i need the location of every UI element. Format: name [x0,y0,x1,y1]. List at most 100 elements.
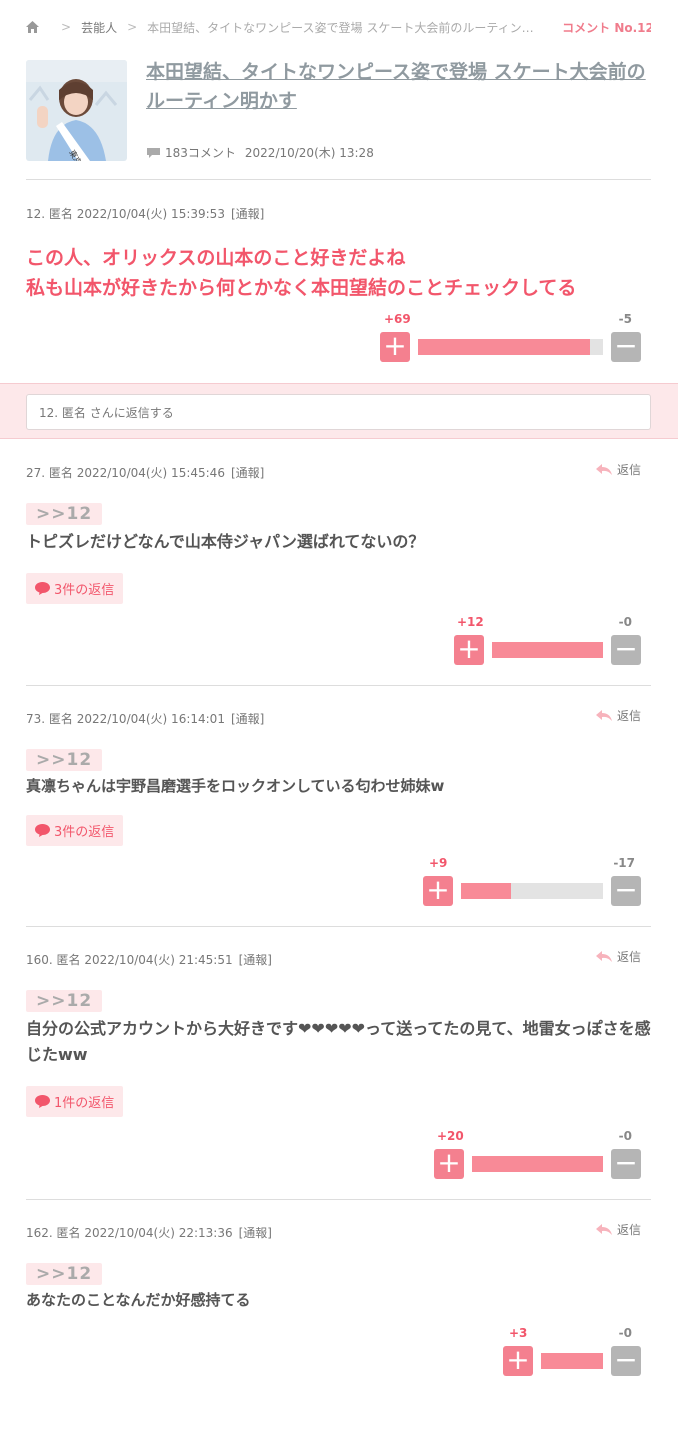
speech-bubble-icon [35,1095,50,1108]
comment-meta: 73. 匿名 2022/10/04(火) 16:14:01 [通報] [26,710,651,727]
main-comment: 12. 匿名 2022/10/04(火) 15:39:53 [通報] この人、オリ… [26,205,651,303]
minus-count: -0 [618,615,632,629]
reply-arrow-icon [595,1223,612,1235]
comment-text: あなたのことなんだか好感持てる [26,1291,251,1309]
vote-bar-fill [492,642,603,658]
anchor-link[interactable]: >>12 [26,503,103,525]
plus-count: +20 [437,1129,464,1143]
vote-bar [492,642,603,658]
reply-button[interactable]: 返信 [595,461,641,478]
minus-button[interactable]: − [611,332,641,362]
minus-button[interactable]: − [611,876,641,906]
plus-button[interactable]: + [423,876,453,906]
reply-arrow-icon [595,709,612,721]
plus-count: +69 [384,312,411,326]
minus-button[interactable]: − [611,635,641,665]
vote-bar-fill [461,883,511,899]
vote-bar [541,1353,603,1369]
plus-button[interactable]: + [434,1149,464,1179]
vote-bar [418,339,603,355]
comment-header: 73. 匿名 2022/10/04(火) 16:14:01 [26,712,225,726]
replies-count: 1件の返信 [54,1096,115,1111]
vote-widget: +3 -0 + − [503,1326,642,1376]
comment-meta: 12. 匿名 2022/10/04(火) 15:39:53 [通報] [26,205,651,222]
minus-count: -5 [618,312,632,326]
reply-label: 返信 [616,709,641,723]
comment-line: この人、オリックスの山本のこと好きだよね [26,247,406,269]
anchor-link[interactable]: >>12 [26,749,103,771]
comment-meta: 162. 匿名 2022/10/04(火) 22:13:36 [通報] [26,1224,651,1241]
replies-button[interactable]: 1件の返信 [26,1086,124,1117]
comment-line: 私も山本が好きたから何とかなく本田望結のことチェックしてる [26,277,577,299]
reply-button[interactable]: 返信 [595,1221,641,1238]
minus-count: -0 [618,1129,632,1143]
reply-button[interactable]: 返信 [595,948,641,965]
comment-item: 162. 匿名 2022/10/04(火) 22:13:36 [通報] 返信 >>… [26,1221,651,1313]
minus-button[interactable]: − [611,1149,641,1179]
comment-header: 162. 匿名 2022/10/04(火) 22:13:36 [26,1226,233,1240]
breadcrumb-article[interactable]: 本田望結、タイトなワンピース姿で登場 スケート大会前のルーティン明かす [147,19,542,36]
vote-bar [461,883,603,899]
reply-label: 返信 [616,950,641,964]
article-date: 2022/10/20(木) 13:28 [244,146,374,160]
comment-count[interactable]: 183コメント [165,144,236,161]
vote-bar-fill [418,339,591,355]
chevron-right-icon: > [61,20,72,34]
report-link[interactable]: [通報] [239,1226,272,1240]
article-thumbnail[interactable]: 東京都水道局 [26,60,127,161]
comment-header: 27. 匿名 2022/10/04(火) 15:45:46 [26,466,225,480]
reply-arrow-icon [595,463,612,475]
breadcrumb: > 芸能人 > 本田望結、タイトなワンピース姿で登場 スケート大会前のルーティン… [26,17,651,37]
divider [26,1199,651,1200]
reply-label: 返信 [616,463,641,477]
plus-count: +12 [457,615,484,629]
divider [26,685,651,686]
comment-header: 160. 匿名 2022/10/04(火) 21:45:51 [26,953,233,967]
comment-item: 160. 匿名 2022/10/04(火) 21:45:51 [通報] 返信 >>… [26,948,651,1117]
minus-count: -17 [613,856,635,870]
vote-widget: +20 -0 + − [434,1129,642,1179]
article-title[interactable]: 本田望結、タイトなワンピース姿で登場 スケート大会前のルーティン明かす [146,58,646,116]
anchor-link[interactable]: >>12 [26,1263,103,1285]
comment-item: 27. 匿名 2022/10/04(火) 15:45:46 [通報] 返信 >>1… [26,461,651,604]
replies-button[interactable]: 3件の返信 [26,573,124,604]
minus-button[interactable]: − [611,1346,641,1376]
replies-count: 3件の返信 [54,583,115,598]
plus-button[interactable]: + [380,332,410,362]
comment-body: この人、オリックスの山本のこと好きだよね 私も山本が好きたから何とかなく本田望結… [26,243,651,303]
vote-widget: +69 -5 + − [380,312,642,362]
vote-bar [472,1156,603,1172]
plus-button[interactable]: + [503,1346,533,1376]
vote-bar-fill [472,1156,603,1172]
anchor-link[interactable]: >>12 [26,990,103,1012]
report-link[interactable]: [通報] [231,207,264,221]
minus-count: -0 [618,1326,632,1340]
comment-text: 自分の公式アカウントから大好きです❤❤❤❤❤って送ってたの見て、地雷女っぽさを感… [26,1019,651,1064]
report-link[interactable]: [通報] [239,953,272,967]
reply-label: 返信 [616,1223,641,1237]
plus-count: +9 [429,856,448,870]
comment-bubble-icon [146,147,161,159]
comment-header: 12. 匿名 2022/10/04(火) 15:39:53 [26,207,225,221]
replies-count: 3件の返信 [54,825,115,840]
breadcrumb-category[interactable]: 芸能人 [81,19,117,36]
plus-button[interactable]: + [454,635,484,665]
home-icon[interactable] [26,21,39,33]
vote-bar-fill [541,1353,603,1369]
vote-widget: +12 -0 + − [454,615,642,665]
speech-bubble-icon [35,582,50,595]
plus-count: +3 [509,1326,528,1340]
report-link[interactable]: [通報] [231,712,264,726]
reply-box-section: 12. 匿名 さんに返信する [0,383,678,439]
comment-meta: 27. 匿名 2022/10/04(火) 15:45:46 [通報] [26,464,651,481]
divider [26,926,651,927]
reply-button[interactable]: 返信 [595,707,641,724]
comment-text: 真凛ちゃんは宇野昌磨選手をロックオンしている匂わせ姉妹w [26,777,445,795]
replies-button[interactable]: 3件の返信 [26,815,124,846]
reply-arrow-icon [595,950,612,962]
speech-bubble-icon [35,824,50,837]
vote-widget: +9 -17 + − [423,856,642,906]
comment-item: 73. 匿名 2022/10/04(火) 16:14:01 [通報] 返信 >>1… [26,707,651,846]
reply-input[interactable]: 12. 匿名 さんに返信する [26,394,651,430]
report-link[interactable]: [通報] [231,466,264,480]
